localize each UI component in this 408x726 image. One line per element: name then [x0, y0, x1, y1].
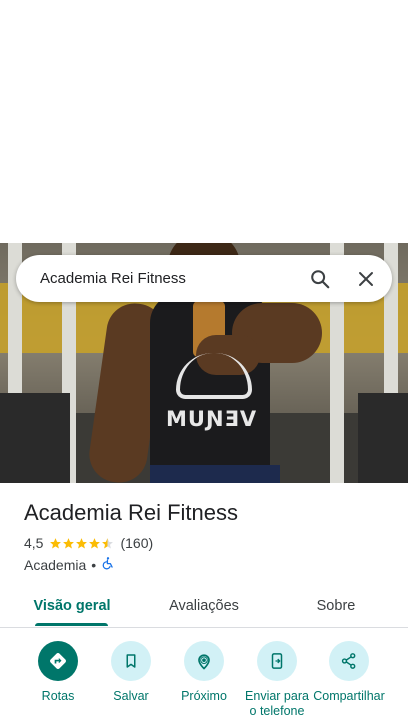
place-tabs: Visão geral Avaliações Sobre — [0, 584, 408, 628]
save-label: Salvar — [113, 689, 149, 703]
search-icon[interactable] — [300, 259, 340, 299]
search-query[interactable]: Academia Rei Fitness — [40, 270, 300, 287]
action-buttons: Rotas Salvar Próximo Enviar para o telef… — [0, 641, 408, 726]
place-category: Academia — [24, 556, 87, 573]
separator: • — [91, 556, 97, 573]
bookmark-icon[interactable] — [111, 641, 151, 681]
share-label: Compartilhar — [313, 689, 385, 703]
nearby-label: Próximo — [181, 689, 227, 703]
send-to-phone-label: Enviar para o telefone — [245, 689, 309, 718]
nearby-button[interactable]: Próximo — [164, 641, 244, 704]
photo-shorts — [150, 465, 280, 483]
map-area[interactable] — [0, 0, 408, 243]
search-bar[interactable]: Academia Rei Fitness — [16, 255, 392, 302]
directions-label: Rotas — [41, 689, 75, 703]
directions-button[interactable]: Rotas — [18, 641, 98, 704]
star-icon — [63, 537, 75, 548]
review-count[interactable]: (160) — [120, 535, 153, 551]
photo-machine — [0, 393, 70, 483]
photo-machine — [358, 393, 408, 483]
star-icon — [50, 537, 62, 548]
category-row: Academia • — [24, 556, 115, 573]
tab-about[interactable]: Sobre — [300, 584, 372, 628]
wheelchair-icon — [101, 556, 115, 573]
save-button[interactable]: Salvar — [91, 641, 171, 704]
tab-overview[interactable]: Visão geral — [24, 584, 120, 628]
star-icon — [76, 537, 88, 548]
star-icon — [89, 537, 101, 548]
rating-stars — [49, 537, 114, 550]
place-title: Academia Rei Fitness — [24, 500, 238, 525]
directions-icon[interactable] — [38, 641, 78, 681]
active-tab-indicator — [35, 623, 108, 626]
share-icon[interactable] — [329, 641, 369, 681]
half-star-icon — [102, 537, 114, 548]
send-to-phone-icon[interactable] — [257, 641, 297, 681]
nearby-icon[interactable] — [184, 641, 224, 681]
close-icon[interactable] — [346, 259, 386, 299]
rating-row[interactable]: 4,5 (160) — [24, 535, 153, 551]
share-button[interactable]: Compartilhar — [309, 641, 389, 704]
tab-reviews[interactable]: Avaliações — [154, 584, 254, 628]
rating-value: 4,5 — [24, 535, 44, 551]
send-to-phone-button[interactable]: Enviar para o telefone — [237, 641, 317, 719]
photo-shirt-text: MUƝƎV — [166, 407, 258, 431]
